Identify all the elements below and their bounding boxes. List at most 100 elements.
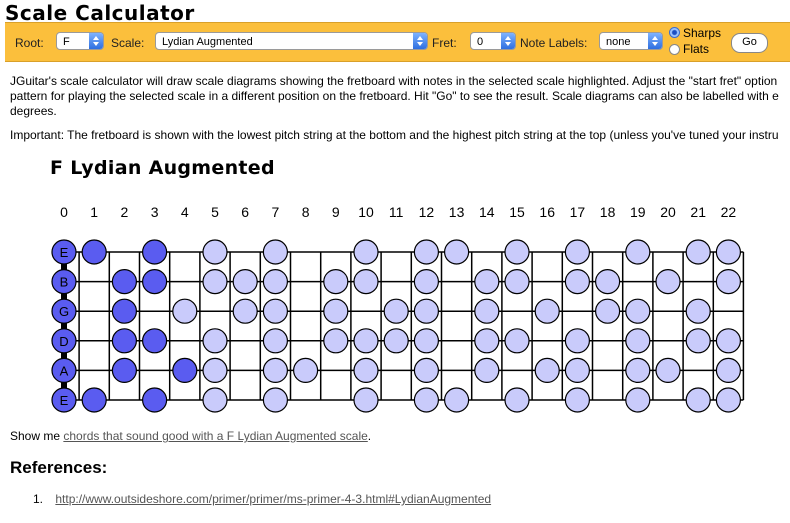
sharps-radio[interactable] [669, 27, 680, 38]
flats-radio[interactable] [669, 44, 680, 55]
references-heading: References: [10, 458, 108, 477]
scale-note [504, 239, 530, 265]
scale-note [353, 328, 379, 354]
chords-link[interactable]: chords that sound good with a F Lydian A… [63, 429, 367, 443]
scale-note [262, 357, 288, 383]
scale-note [504, 328, 530, 354]
string-name-label: A [60, 363, 69, 378]
fret-number: 8 [302, 204, 310, 220]
scale-note [715, 357, 742, 383]
go-button[interactable]: Go [731, 33, 768, 53]
scale-note [413, 328, 439, 354]
scale-note [202, 239, 228, 265]
scale-note [564, 357, 591, 383]
scale-note [232, 268, 258, 295]
fret-number: 6 [241, 204, 249, 220]
scale-note [383, 298, 409, 324]
select-arrows-icon [89, 33, 103, 49]
scale-note [262, 387, 288, 413]
scale-note [293, 357, 319, 383]
string-name-label: E [60, 393, 69, 408]
fret-number: 14 [479, 204, 495, 220]
sharps-label: Sharps [683, 26, 722, 40]
scale-note [564, 328, 591, 354]
scale-note [262, 239, 288, 265]
scale-note [564, 268, 591, 295]
scale-note [262, 298, 288, 324]
fret-label: Fret: [432, 36, 457, 50]
chords-suffix: . [367, 429, 372, 443]
scale-note-position-box [172, 357, 198, 383]
fret-number: 17 [570, 204, 586, 220]
scale-note [685, 328, 711, 354]
note-labels-label: Note Labels: [520, 36, 588, 50]
fret-number: 7 [272, 204, 280, 220]
scale-note [685, 298, 711, 324]
scale-note [594, 298, 621, 324]
scale-note [625, 328, 651, 354]
fret-number: 21 [690, 204, 706, 220]
flats-label: Flats [683, 42, 710, 56]
scale-note [715, 328, 742, 354]
scale-note [715, 268, 742, 295]
scale-note [625, 357, 651, 383]
root-select-value: F [63, 36, 70, 48]
scale-note [353, 357, 379, 383]
fret-number: 10 [358, 204, 374, 220]
fret-number: 2 [121, 204, 129, 220]
scale-note [444, 239, 470, 265]
scale-note-position-box [81, 239, 107, 265]
scale-note [202, 268, 228, 295]
scale-note [564, 387, 591, 413]
fret-number: 11 [389, 204, 404, 220]
root-select[interactable]: F [56, 32, 104, 50]
scale-diagram-title: F Lydian Augmented [50, 157, 275, 179]
scale-note-position-box [81, 387, 107, 413]
scale-note [685, 387, 711, 413]
scale-note [715, 387, 742, 413]
scale-note-position-box [111, 268, 138, 295]
scale-note [655, 357, 681, 383]
fret-select[interactable]: 0 [470, 32, 516, 50]
note-labels-select[interactable]: none [599, 32, 663, 50]
fret-number: 19 [630, 204, 646, 220]
scale-note [202, 328, 228, 354]
scale-note [353, 239, 379, 265]
scale-note [323, 298, 349, 324]
scale-note [413, 387, 439, 413]
scale-label: Scale: [111, 36, 145, 50]
scale-note [474, 298, 500, 324]
important-note: Important: The fretboard is shown with t… [10, 128, 779, 142]
scale-note [413, 298, 439, 324]
scale-select[interactable]: Lydian Augmented [155, 32, 428, 50]
scale-note [655, 268, 681, 295]
scale-note [625, 239, 651, 265]
select-arrows-icon [648, 33, 662, 49]
scale-note [353, 268, 379, 295]
scale-note [504, 268, 530, 295]
scale-note-position-box [142, 328, 168, 354]
scale-note [625, 298, 651, 324]
chords-suggestion: Show me chords that sound good with a F … [10, 429, 371, 443]
scale-note-position-box [142, 387, 168, 413]
chords-prefix: Show me [10, 429, 64, 443]
fret-number: 22 [721, 204, 737, 220]
scale-select-value: Lydian Augmented [162, 36, 253, 48]
string-name-label: E [60, 245, 69, 260]
scale-note-position-box [142, 268, 168, 295]
reference-link[interactable]: http://www.outsideshore.com/primer/prime… [55, 492, 491, 506]
scale-options-toolbar: Root: F Scale: Lydian Augmented Fret: 0 … [5, 22, 790, 62]
string-name-label: B [60, 275, 69, 290]
scale-note [262, 328, 288, 354]
scale-note [353, 387, 379, 413]
scale-note [232, 298, 258, 324]
scale-note [172, 298, 198, 324]
scale-note [444, 387, 470, 413]
fret-number: 1 [90, 204, 98, 220]
fret-number: 13 [449, 204, 465, 220]
scale-note [715, 239, 742, 265]
fret-number: 18 [600, 204, 616, 220]
root-label: Root: [15, 36, 44, 50]
scale-note [564, 239, 591, 265]
string-name-label: D [59, 334, 68, 349]
